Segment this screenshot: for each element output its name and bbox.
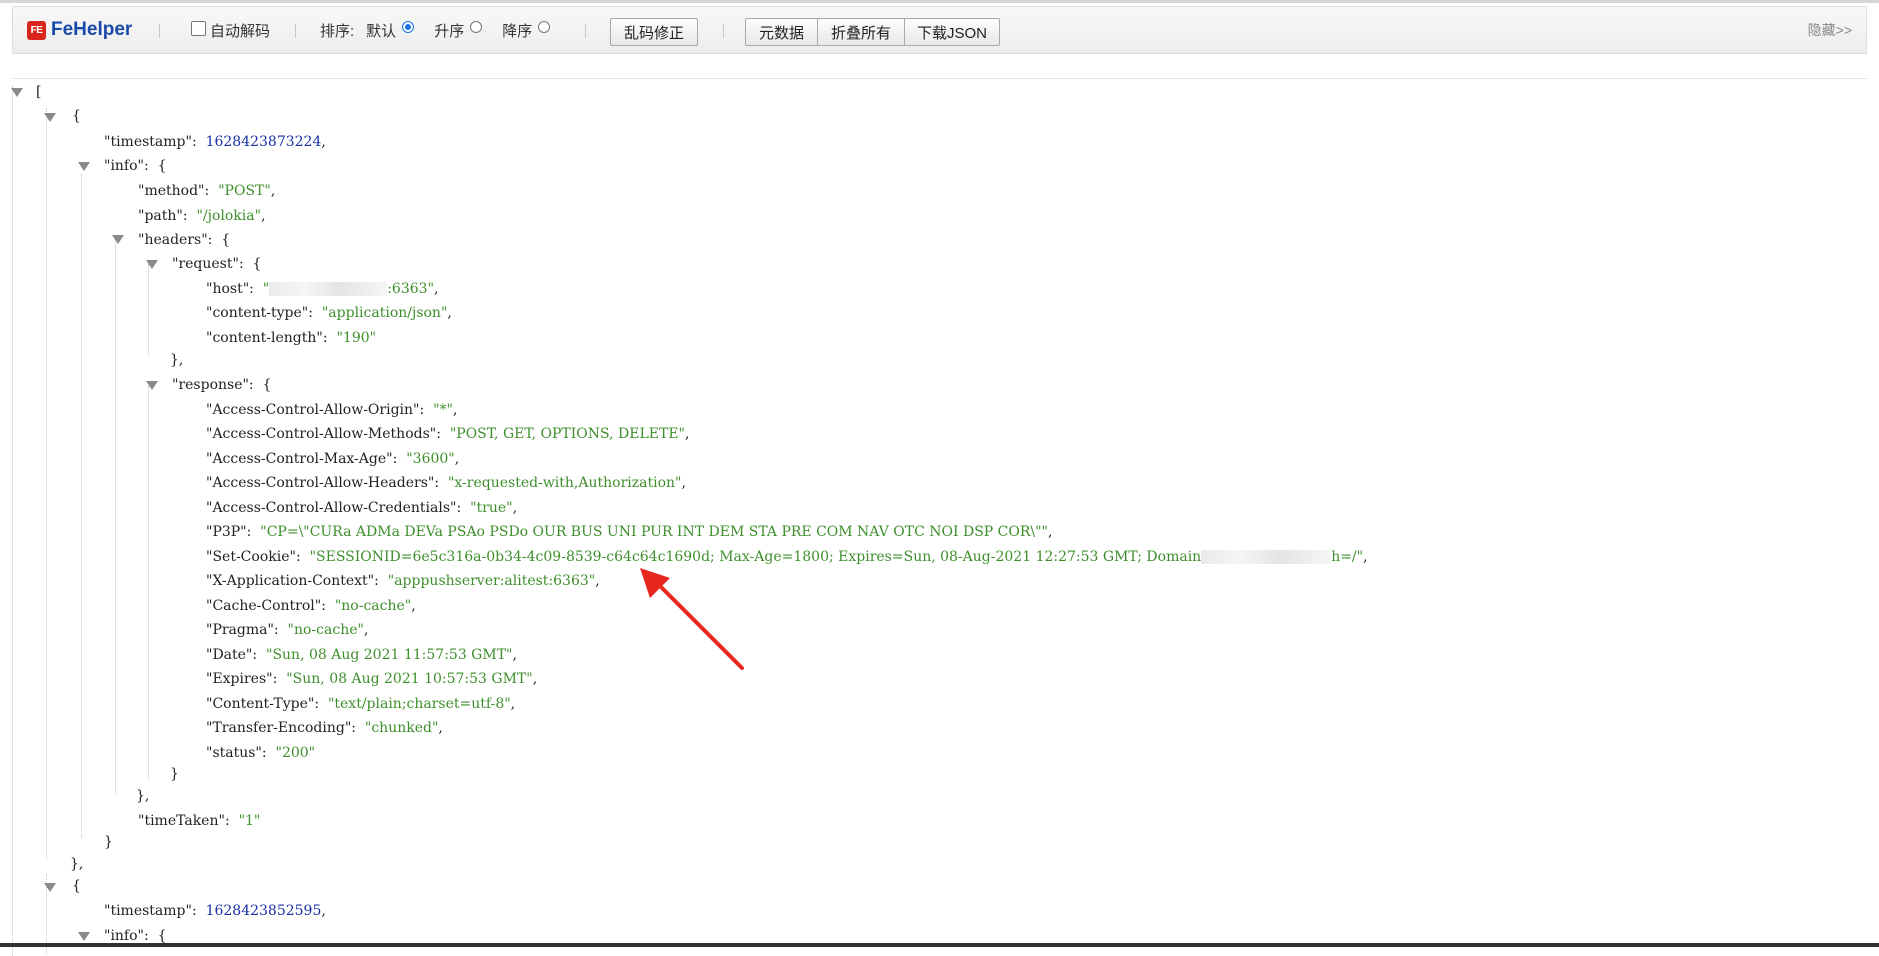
json-line-time-taken: "timeTaken": "1" bbox=[138, 813, 261, 829]
json-line-acma: "Access-Control-Max-Age": "3600", bbox=[206, 451, 460, 467]
json-line-info: "info": { bbox=[104, 158, 167, 174]
raw-data-button[interactable]: 元数据 bbox=[745, 18, 818, 46]
indent-guide bbox=[148, 264, 149, 356]
fehelper-logo-text: FeHelper bbox=[51, 19, 133, 40]
collapse-all-button[interactable]: 折叠所有 bbox=[818, 18, 905, 46]
triangle-down-icon[interactable] bbox=[146, 260, 158, 269]
json-open-bracket: [ bbox=[36, 84, 42, 100]
triangle-down-icon[interactable] bbox=[78, 162, 90, 171]
sort-asc-radio[interactable] bbox=[470, 21, 483, 33]
json-line-path: "path": "/jolokia", bbox=[138, 208, 266, 224]
fehelper-logo[interactable]: FE FeHelper bbox=[27, 7, 132, 53]
json-line-transfer-encoding: "Transfer-Encoding": "chunked", bbox=[206, 720, 443, 736]
redacted-domain bbox=[1201, 550, 1332, 564]
sort-desc-radio[interactable] bbox=[538, 21, 551, 33]
triangle-down-icon[interactable] bbox=[112, 235, 124, 244]
toolbar-separator bbox=[159, 24, 160, 38]
auto-decode-label: 自动解码 bbox=[210, 22, 271, 40]
auto-decode-toggle[interactable]: 自动解码 bbox=[191, 7, 270, 53]
indent-guide bbox=[81, 174, 82, 838]
json-line-expires: "Expires": "Sun, 08 Aug 2021 10:57:53 GM… bbox=[206, 671, 538, 687]
json-line-pragma: "Pragma": "no-cache", bbox=[206, 622, 369, 638]
json-line-timestamp-2: "timestamp": 1628423852595, bbox=[104, 903, 326, 919]
triangle-down-icon[interactable] bbox=[44, 883, 56, 892]
hide-toolbar-link[interactable]: 隐藏>> bbox=[1808, 7, 1852, 53]
sort-label: 排序: bbox=[320, 22, 355, 40]
triangle-down-icon[interactable] bbox=[11, 88, 23, 97]
download-json-button[interactable]: 下载JSON bbox=[905, 18, 1000, 46]
fix-garbled-button[interactable]: 乱码修正 bbox=[610, 18, 698, 46]
json-line-acac: "Access-Control-Allow-Credentials": "tru… bbox=[206, 500, 518, 516]
triangle-down-icon[interactable] bbox=[146, 381, 158, 390]
triangle-down-icon[interactable] bbox=[78, 932, 90, 941]
triangle-down-icon[interactable] bbox=[44, 113, 56, 122]
sort-desc-label[interactable]: 降序 bbox=[502, 20, 532, 41]
sort-asc-label[interactable]: 升序 bbox=[434, 20, 464, 41]
indent-guide bbox=[148, 386, 149, 780]
json-line-method: "method": "POST", bbox=[138, 183, 276, 199]
json-object-open-2: { bbox=[72, 878, 81, 894]
json-object-open: { bbox=[72, 108, 81, 124]
toolbar-separator bbox=[295, 24, 296, 38]
redacted-host bbox=[269, 282, 388, 296]
fehelper-toolbar: FE FeHelper 自动解码 排序: 默认 升序 降序 乱码修正 元数据 折… bbox=[12, 6, 1867, 54]
window-top-edge bbox=[0, 0, 1879, 3]
json-line-host: "host": ":6363", bbox=[206, 281, 439, 297]
sort-group: 排序: 默认 升序 降序 bbox=[320, 7, 551, 53]
json-line-content-type-resp: "Content-Type": "text/plain;charset=utf-… bbox=[206, 696, 516, 712]
json-info-close: } bbox=[104, 834, 113, 850]
json-headers-close: }, bbox=[136, 788, 150, 804]
json-line-status: "status": "200" bbox=[206, 745, 316, 761]
json-line-timestamp: "timestamp": 1628423873224, bbox=[104, 134, 326, 150]
sort-default-radio[interactable] bbox=[402, 21, 415, 33]
json-line-acam: "Access-Control-Allow-Methods": "POST, G… bbox=[206, 426, 690, 442]
toolbar-separator bbox=[585, 24, 586, 38]
json-line-acao: "Access-Control-Allow-Origin": "*", bbox=[206, 402, 458, 418]
indent-guide bbox=[46, 108, 47, 860]
red-arrow-icon bbox=[640, 568, 744, 670]
json-line-content-length: "content-length": "190" bbox=[206, 330, 377, 346]
json-response-close: } bbox=[170, 766, 179, 782]
json-line-content-type: "content-type": "application/json", bbox=[206, 305, 452, 321]
sort-default-label[interactable]: 默认 bbox=[366, 20, 396, 41]
json-line-acah: "Access-Control-Allow-Headers": "x-reque… bbox=[206, 475, 686, 491]
json-line-request: "request": { bbox=[172, 256, 262, 272]
indent-guide bbox=[115, 238, 116, 794]
taskbar-edge bbox=[0, 943, 1879, 947]
toolbar-separator bbox=[723, 24, 724, 38]
auto-decode-checkbox[interactable] bbox=[191, 20, 206, 36]
json-line-p3p: "P3P": "CP=\"CURa ADMa DEVa PSAo PSDo OU… bbox=[206, 524, 1053, 540]
fehelper-logo-icon: FE bbox=[27, 20, 46, 40]
json-line-response: "response": { bbox=[172, 377, 272, 393]
json-viewer: [ { "timestamp": 1628423873224, "info": … bbox=[0, 78, 1879, 956]
json-line-set-cookie: "Set-Cookie": "SESSIONID=6e5c316a-0b34-4… bbox=[206, 549, 1368, 565]
indent-guide bbox=[12, 86, 13, 956]
json-request-close: }, bbox=[170, 352, 184, 368]
json-line-cache-control: "Cache-Control": "no-cache", bbox=[206, 598, 416, 614]
json-line-date: "Date": "Sun, 08 Aug 2021 11:57:53 GMT", bbox=[206, 647, 517, 663]
json-object-close: }, bbox=[70, 856, 84, 872]
data-actions-group: 元数据 折叠所有 下载JSON bbox=[745, 18, 1000, 46]
json-line-x-app-context: "X-Application-Context": "apppushserver:… bbox=[206, 573, 600, 589]
json-line-headers: "headers": { bbox=[138, 232, 231, 248]
